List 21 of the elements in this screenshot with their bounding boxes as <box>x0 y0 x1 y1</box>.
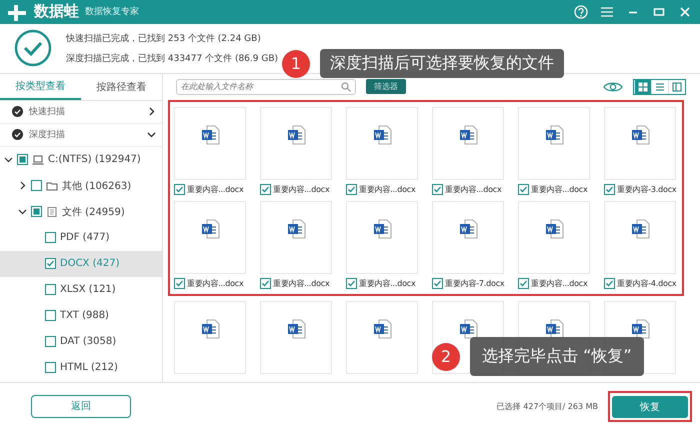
instruction-tooltip: 选择完毕点击 “恢复” <box>470 337 644 376</box>
file-name: 重要内容...docx <box>187 184 244 196</box>
app-subtitle: 数据恢复专家 <box>85 6 139 18</box>
file-name: 重要内容...docx <box>531 184 588 196</box>
file-name: 重要内容...docx <box>273 278 330 290</box>
file-name: 重要内容-7.docx <box>445 278 504 290</box>
scan-summary-text: 深度扫描已完成，已找到 433477 个文件 (86.9 GB) <box>66 52 278 65</box>
instruction-tooltip: 深度扫描后可选择要恢复的文件 <box>320 49 564 78</box>
file-name: 重要内容...docx <box>359 278 416 290</box>
file-name: 重要内容...docx <box>445 184 502 196</box>
selection-status: 已选择 427个项目/ 263 MB <box>496 400 598 412</box>
step-badge-tooltip: 1 <box>282 50 310 78</box>
file-name: 重要内容...docx <box>359 184 416 196</box>
file-name: 重要内容...docx <box>531 278 588 290</box>
scan-summary-text: 快速扫描已完成，已找到 253 个文件 (2.24 GB) <box>66 32 262 45</box>
app-logo-text: 数据蛙 <box>34 2 79 22</box>
file-name: 重要内容-4.docx <box>617 278 676 290</box>
file-name: 重要内容-3.docx <box>617 184 676 196</box>
step-badge-tooltip: 2 <box>432 342 460 370</box>
file-name: 重要内容...docx <box>273 184 330 196</box>
file-name: 重要内容...docx <box>187 278 244 290</box>
